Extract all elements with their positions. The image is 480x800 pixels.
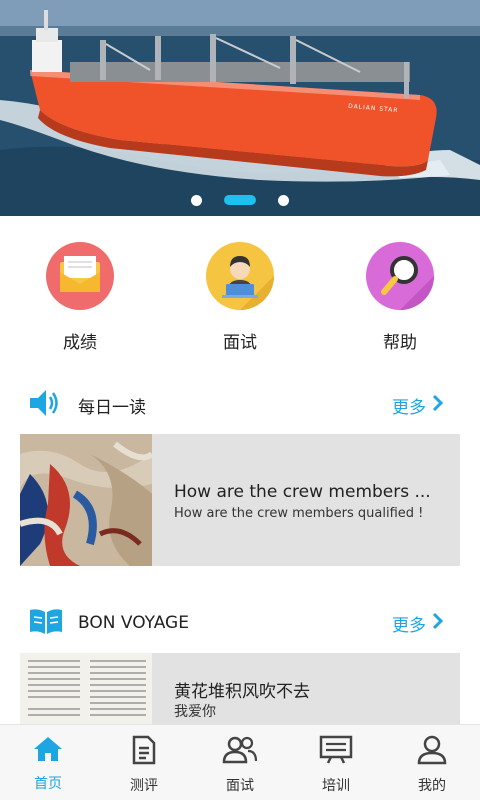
more-label: 更多 xyxy=(392,615,426,636)
more-link[interactable]: 更多 xyxy=(392,611,444,636)
magnifier-icon xyxy=(366,242,434,310)
document-icon xyxy=(130,735,158,769)
card-title: 黄花堆积风吹不去 xyxy=(174,682,310,702)
quick-item-interview[interactable]: 面试 xyxy=(160,216,320,366)
tab-interview[interactable]: 面试 xyxy=(192,725,288,800)
speaker-icon xyxy=(28,388,62,422)
bon-voyage-header: BON VOYAGE 更多 xyxy=(0,596,480,650)
tab-label: 面试 xyxy=(226,778,254,794)
tab-assessment[interactable]: 测评 xyxy=(96,725,192,800)
quick-label: 成绩 xyxy=(63,333,97,353)
people-icon xyxy=(222,735,258,769)
quick-item-scores[interactable]: 成绩 xyxy=(0,216,160,366)
card-subtitle: How are the crew members qualified ! xyxy=(174,506,424,521)
carousel-dot[interactable] xyxy=(191,194,202,206)
ship-image xyxy=(0,0,480,216)
chevron-right-icon xyxy=(432,394,444,417)
user-icon xyxy=(417,735,447,769)
tab-home[interactable]: 首页 xyxy=(0,725,96,800)
section-title: 每日一读 xyxy=(78,397,146,418)
board-icon xyxy=(319,735,353,769)
tab-training[interactable]: 培训 xyxy=(288,725,384,800)
envelope-icon xyxy=(46,242,114,310)
tab-profile[interactable]: 我的 xyxy=(384,725,480,800)
tab-label: 培训 xyxy=(322,778,350,794)
carousel-indicators[interactable] xyxy=(0,194,480,206)
card-subtitle: 我爱你 xyxy=(174,704,216,720)
chevron-right-icon xyxy=(432,612,444,635)
quick-label: 面试 xyxy=(223,333,257,353)
tab-label: 首页 xyxy=(34,776,62,792)
tab-label: 我的 xyxy=(418,778,446,794)
section-title: BON VOYAGE xyxy=(78,613,189,633)
carousel-dot[interactable] xyxy=(278,194,289,206)
more-link[interactable]: 更多 xyxy=(392,393,444,418)
more-label: 更多 xyxy=(392,397,426,418)
quick-item-help[interactable]: 帮助 xyxy=(320,216,480,366)
painting-thumbnail xyxy=(20,434,152,566)
quick-menu: 成绩 面试 帮助 xyxy=(0,216,480,366)
person-laptop-icon xyxy=(206,242,274,310)
home-icon xyxy=(32,735,64,767)
banner-carousel[interactable]: DALIAN STAR xyxy=(0,0,480,216)
tab-label: 测评 xyxy=(130,778,158,794)
daily-read-card[interactable]: How are the crew members ... How are the… xyxy=(20,434,460,566)
bottom-tab-bar: 首页 测评 面试 培训 我的 xyxy=(0,724,480,800)
daily-read-header: 每日一读 更多 xyxy=(0,378,480,432)
carousel-dot-active[interactable] xyxy=(224,195,256,205)
open-book-icon xyxy=(28,606,64,640)
quick-label: 帮助 xyxy=(383,333,417,353)
card-title: How are the crew members ... xyxy=(174,482,431,502)
